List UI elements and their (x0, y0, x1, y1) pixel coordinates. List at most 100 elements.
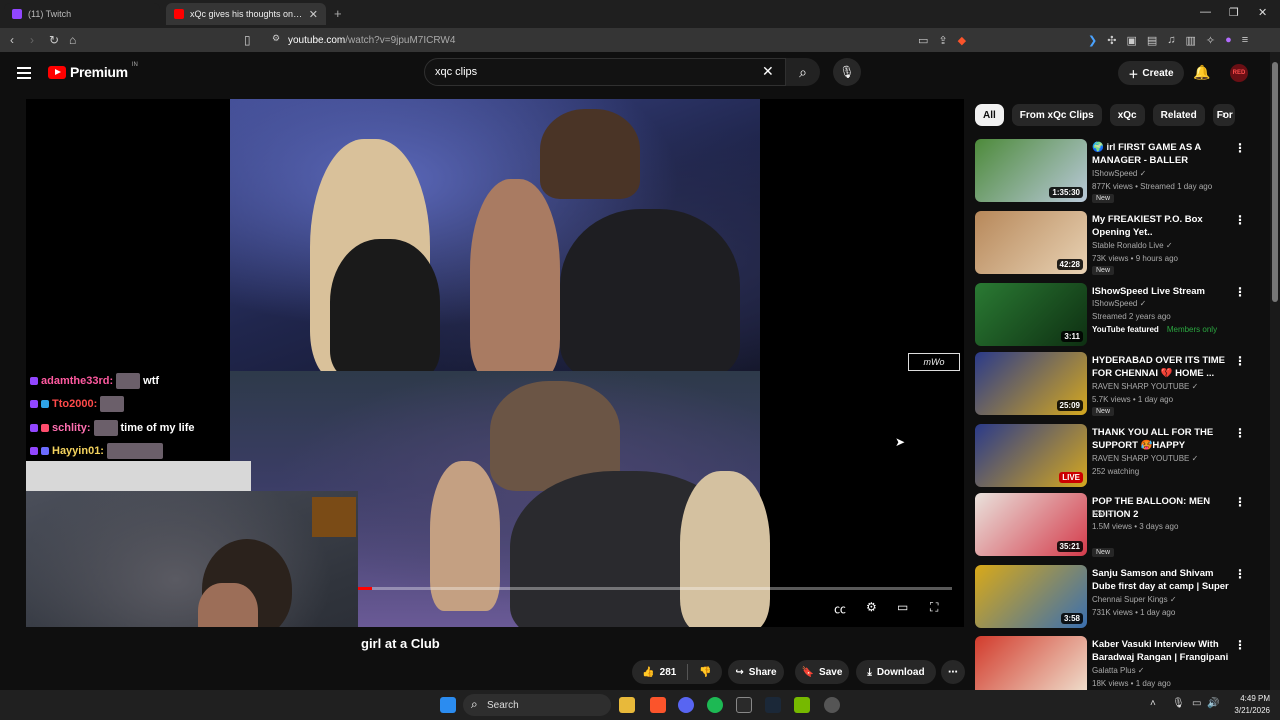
chip-xqc[interactable]: xQc (1109, 104, 1145, 126)
menu-icon[interactable] (17, 67, 31, 79)
wallet-icon[interactable]: ▥ (1186, 34, 1196, 47)
more-options-icon[interactable]: ⋮ (1234, 213, 1246, 227)
captions-icon[interactable]: ㏄ (834, 600, 846, 617)
channel-name[interactable]: IShowSpeed ✓ (1092, 299, 1146, 308)
channel-name[interactable]: Stable Ronaldo Live ✓ (1092, 241, 1173, 250)
close-tab-icon[interactable]: ✕ (309, 8, 318, 21)
back-icon[interactable]: ‹ (10, 33, 14, 47)
channel-name[interactable]: RAVEN SHARP YOUTUBE ✓ (1092, 454, 1198, 463)
tab-youtube[interactable]: xQc gives his thoughts on Cl… ✕ (166, 3, 326, 25)
home-icon[interactable]: ⌂ (69, 33, 76, 47)
chip-from-channel[interactable]: From xQc Clips (1011, 104, 1102, 126)
video-thumbnail[interactable]: 3:11 (975, 283, 1087, 346)
video-thumbnail[interactable]: 3:58 (975, 565, 1087, 628)
like-button[interactable]: 👍 (642, 667, 654, 678)
steam-icon[interactable] (765, 697, 781, 713)
puzzle-icon[interactable]: ✣ (1107, 34, 1116, 47)
miniplayer-icon[interactable]: ▭ (897, 600, 908, 614)
settings-app-icon[interactable] (824, 697, 840, 713)
recommendation-card[interactable]: 3:11 IShowSpeed Live Stream IShowSpeed ✓ St… (975, 283, 1265, 347)
url-field[interactable]: ⚙ youtube.com/watch?v=9jpuM7ICRW4 (268, 30, 908, 50)
recommendation-title[interactable]: HYDERABAD OVER ITS TIME FOR CHENNAI 💔 HO… (1092, 354, 1230, 380)
channel-name[interactable]: Galatta Plus ✓ (1092, 666, 1145, 675)
page-scrollbar[interactable] (1270, 52, 1280, 692)
recommendation-card[interactable]: 1:35:30 🌍 irl FIRST GAME AS A MANAGER - B… (975, 139, 1265, 203)
brave-browser-icon[interactable] (650, 697, 666, 713)
system-clock[interactable]: 4:49 PM 3/21/2026 (1222, 693, 1270, 717)
recommendation-card[interactable]: 25:09 HYDERABAD OVER ITS TIME FOR CHENNAI… (975, 352, 1265, 416)
forward-icon[interactable]: › (30, 33, 34, 47)
minimize-button[interactable]: — (1200, 6, 1211, 18)
recommendation-card[interactable]: 35:21 POP THE BALLOON: MEN EDITION 2 KSI ✓… (975, 493, 1265, 557)
video-thumbnail[interactable]: 35:21 (975, 493, 1087, 556)
tab-twitch[interactable]: (11) Twitch (4, 3, 160, 25)
chip-related[interactable]: Related (1152, 104, 1205, 126)
share-page-icon[interactable]: ⇪ (938, 34, 947, 47)
extension-icon[interactable]: ❯ (1088, 34, 1097, 47)
recommendation-title[interactable]: 🌍 irl FIRST GAME AS A MANAGER - BALLER L… (1092, 141, 1230, 167)
channel-name[interactable]: KSI ✓ (1092, 509, 1114, 518)
leo-icon[interactable]: ✧ (1206, 34, 1215, 47)
create-button[interactable]: ＋ Create (1118, 61, 1184, 85)
cast-icon[interactable]: ▭ (918, 34, 928, 47)
clear-search-icon[interactable]: ✕ (762, 63, 774, 80)
new-tab-button[interactable]: + (334, 6, 342, 21)
bookmark-icon[interactable]: ▯ (244, 33, 251, 47)
recommendation-title[interactable]: Sanju Samson and Shivam Dube first day a… (1092, 567, 1230, 593)
reload-icon[interactable]: ↻ (49, 33, 59, 47)
recommendation-title[interactable]: IShowSpeed Live Stream (1092, 285, 1230, 298)
settings-gear-icon[interactable]: ⚙ (866, 600, 877, 614)
search-input[interactable]: xqc clips (424, 58, 786, 86)
channel-name[interactable]: Chennai Super Kings ✓ (1092, 595, 1177, 604)
epic-games-icon[interactable] (736, 697, 752, 713)
recommendation-card[interactable]: 42:28 My FREAKIEST P.O. Box Opening Yet..… (975, 211, 1265, 275)
music-icon[interactable]: ♫ (1167, 34, 1175, 47)
video-thumbnail[interactable]: LIVE (975, 424, 1087, 487)
notifications-bell-icon[interactable]: 🔔 (1193, 64, 1210, 81)
more-options-icon[interactable]: ⋮ (1234, 285, 1246, 299)
file-explorer-icon[interactable] (619, 697, 635, 713)
recommendation-title[interactable]: THANK YOU ALL FOR THE SUPPORT 🥵HAPPY RAM… (1092, 426, 1230, 452)
channel-name[interactable]: RAVEN SHARP YOUTUBE ✓ (1092, 382, 1198, 391)
spotify-icon[interactable] (707, 697, 723, 713)
taskbar-search[interactable]: Search (463, 694, 611, 716)
dislike-button[interactable]: 👎 (699, 667, 711, 678)
video-thumbnail[interactable]: 25:09 (975, 352, 1087, 415)
more-options-icon[interactable]: ⋮ (1234, 354, 1246, 368)
more-options-icon[interactable]: ⋮ (1234, 638, 1246, 652)
close-window-button[interactable]: ✕ (1258, 6, 1267, 19)
video-player[interactable]: mWo adamthe33rd: wtf Tto2000: schlity: t… (26, 99, 964, 627)
chip-all[interactable]: All (975, 104, 1004, 126)
progress-bar[interactable] (358, 587, 952, 590)
recommendation-title[interactable]: Kaber Vasuki Interview With Baradwaj Ran… (1092, 638, 1230, 664)
recommendation-card[interactable]: LIVE THANK YOU ALL FOR THE SUPPORT 🥵HAPPY… (975, 424, 1265, 488)
extension-icon[interactable]: ▣ (1126, 34, 1136, 47)
account-avatar[interactable]: RED (1230, 64, 1248, 82)
fullscreen-icon[interactable]: ⛶ (930, 600, 938, 615)
recommendation-card[interactable]: 3:58 Sanju Samson and Shivam Dube first d… (975, 565, 1265, 629)
volume-icon[interactable]: 🔊 (1207, 698, 1219, 709)
video-thumbnail[interactable]: 42:28 (975, 211, 1087, 274)
chevron-up-icon[interactable]: ˄ (1150, 698, 1156, 709)
more-options-icon[interactable]: ⋮ (1234, 141, 1246, 155)
more-options-icon[interactable]: ⋮ (1234, 567, 1246, 581)
scrollbar-thumb[interactable] (1272, 62, 1278, 302)
site-info-icon[interactable]: ⚙ (272, 33, 280, 44)
discord-icon[interactable] (678, 697, 694, 713)
download-button[interactable]: ⤓ Download (856, 660, 936, 684)
network-icon[interactable]: ▭ (1192, 698, 1201, 709)
nvidia-icon[interactable] (794, 697, 810, 713)
more-actions-button[interactable]: ⋯ (941, 660, 965, 684)
start-icon[interactable] (440, 697, 456, 713)
more-options-icon[interactable]: ⋮ (1234, 426, 1246, 440)
share-button[interactable]: ↪ Share (728, 660, 784, 684)
vpn-icon[interactable]: ● (1225, 34, 1232, 47)
chevron-right-icon[interactable]: › (1222, 109, 1226, 121)
video-thumbnail[interactable]: 1:35:30 (975, 139, 1087, 202)
mic-tray-icon[interactable]: 🎙 (1172, 698, 1185, 709)
channel-name[interactable]: IShowSpeed ✓ (1092, 169, 1146, 178)
restore-button[interactable]: ❐ (1229, 6, 1239, 19)
voice-search-button[interactable]: 🎙 (833, 58, 861, 86)
menu-icon[interactable]: ≡ (1242, 34, 1248, 47)
more-options-icon[interactable]: ⋮ (1234, 495, 1246, 509)
